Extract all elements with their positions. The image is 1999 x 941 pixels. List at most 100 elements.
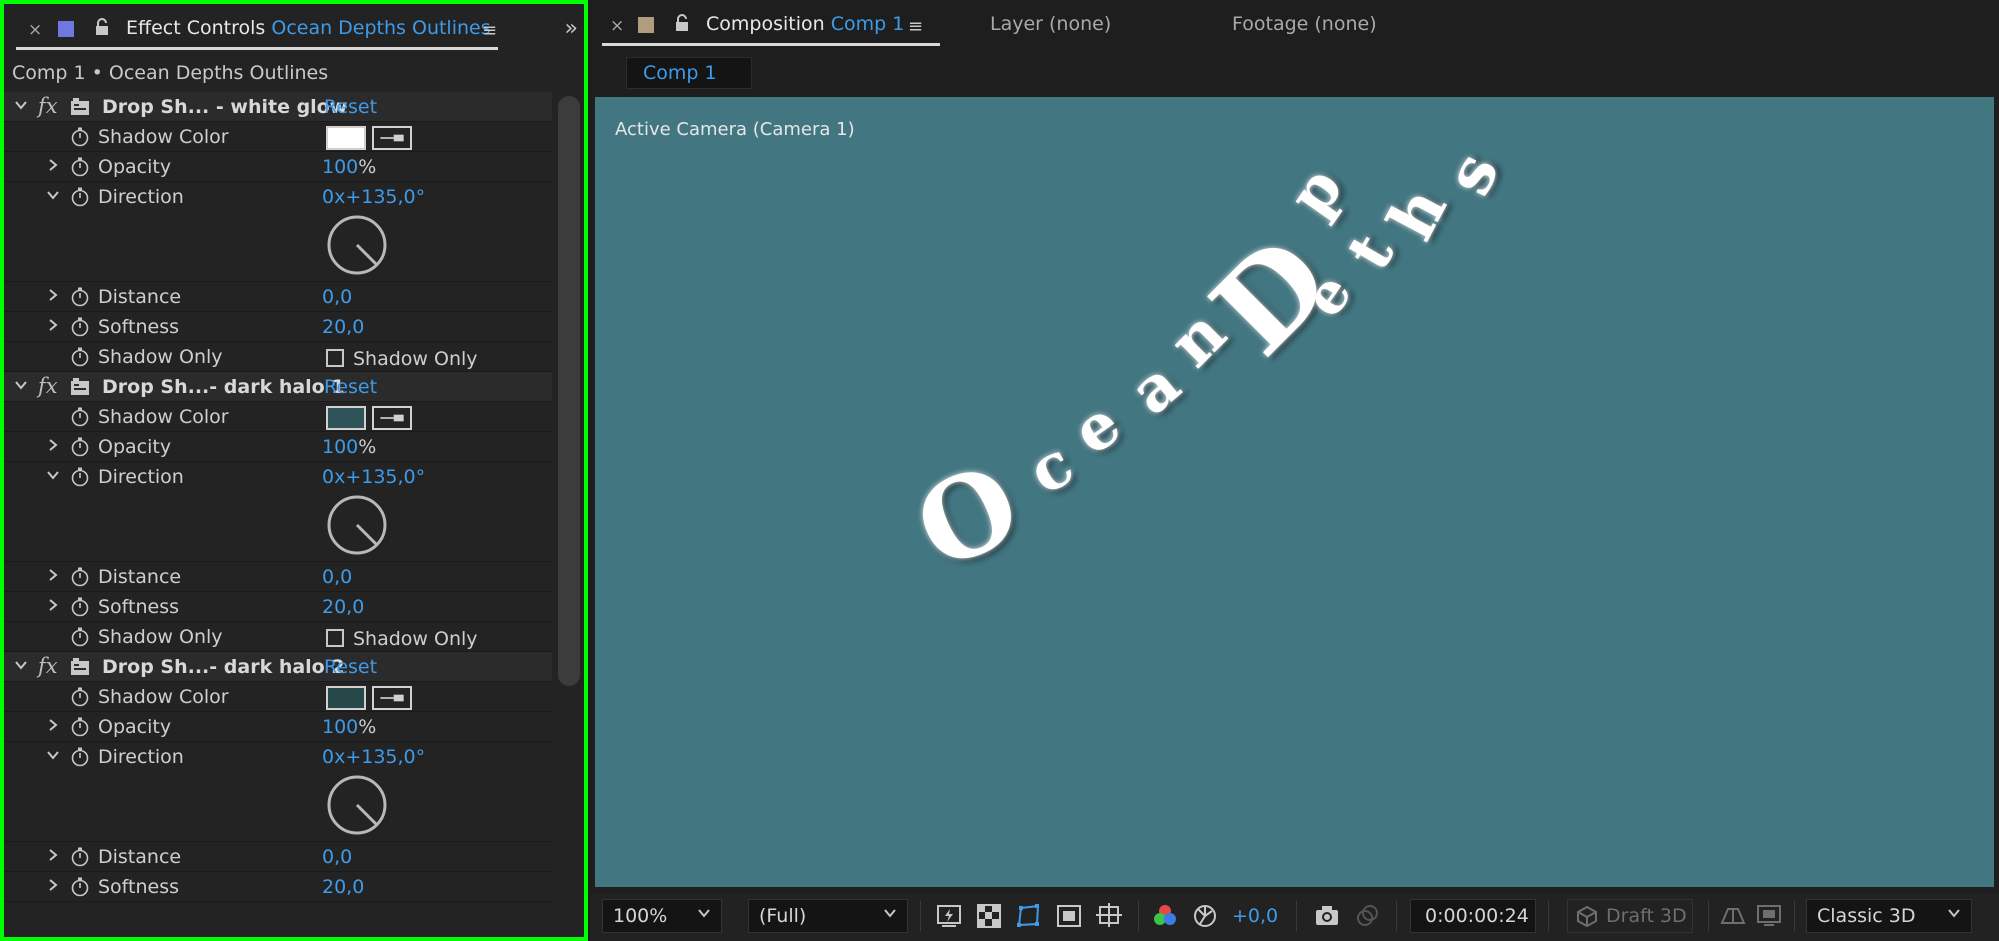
chevron-down-icon[interactable] [46, 748, 60, 762]
stopwatch-icon[interactable] [70, 847, 90, 867]
reset-button[interactable]: Reset [324, 656, 377, 678]
stopwatch-icon[interactable] [70, 347, 90, 367]
panel-expand-icon[interactable]: » [565, 16, 579, 41]
mask-visibility-icon[interactable] [1016, 903, 1042, 929]
color-swatch[interactable] [326, 406, 366, 430]
tab-layer[interactable]: Layer (none) [990, 13, 1111, 35]
distance-value[interactable]: 0,0 [322, 286, 352, 308]
distance-value[interactable]: 0,0 [322, 846, 352, 868]
stopwatch-icon[interactable] [70, 187, 90, 207]
3d-ground-plane-icon[interactable] [1720, 903, 1746, 929]
color-swatch[interactable] [326, 126, 366, 150]
composition-viewer[interactable]: Active Camera (Camera 1) O c e a n D e p… [595, 97, 1994, 887]
chevron-right-icon[interactable] [46, 598, 60, 612]
opacity-value[interactable]: 100% [322, 716, 376, 738]
chevron-right-icon[interactable] [46, 438, 60, 452]
eyedropper-icon[interactable] [372, 686, 412, 710]
close-tab-icon[interactable]: × [610, 16, 624, 36]
chevron-down-icon[interactable] [14, 658, 28, 672]
resolution-dropdown[interactable]: (Full) [748, 899, 908, 933]
distance-value[interactable]: 0,0 [322, 566, 352, 588]
lock-icon[interactable] [94, 18, 110, 36]
scrollbar-thumb[interactable] [558, 96, 580, 686]
chevron-down-icon[interactable] [46, 188, 60, 202]
angle-dial[interactable] [326, 774, 388, 836]
stopwatch-icon[interactable] [70, 437, 90, 457]
stopwatch-icon[interactable] [70, 567, 90, 587]
stopwatch-icon[interactable] [70, 597, 90, 617]
opacity-number[interactable]: 100 [322, 436, 358, 458]
opacity-value[interactable]: 100% [322, 436, 376, 458]
lock-icon[interactable] [674, 14, 690, 32]
camera-snapshot-icon[interactable] [1314, 903, 1340, 929]
checkbox-label[interactable]: Shadow Only [353, 348, 478, 370]
chevron-down-icon[interactable] [46, 468, 60, 482]
stopwatch-icon[interactable] [70, 747, 90, 767]
stopwatch-icon[interactable] [70, 467, 90, 487]
stopwatch-icon[interactable] [70, 287, 90, 307]
panel-menu-icon[interactable]: ≡ [908, 16, 923, 37]
stopwatch-icon[interactable] [70, 127, 90, 147]
reset-button[interactable]: Reset [324, 376, 377, 398]
color-swatch[interactable] [326, 686, 366, 710]
stopwatch-icon[interactable] [70, 407, 90, 427]
chevron-right-icon[interactable] [46, 878, 60, 892]
chevron-down-icon[interactable] [14, 378, 28, 392]
composition-tab-title[interactable]: Composition Comp 1 [706, 13, 904, 35]
renderer-dropdown[interactable]: Classic 3D [1806, 899, 1972, 933]
stopwatch-icon[interactable] [70, 627, 90, 647]
color-channels-icon[interactable] [1152, 903, 1178, 929]
reset-button[interactable]: Reset [324, 96, 377, 118]
chevron-right-icon[interactable] [46, 568, 60, 582]
chevron-right-icon[interactable] [46, 288, 60, 302]
chevron-right-icon[interactable] [46, 848, 60, 862]
tab-footage[interactable]: Footage (none) [1232, 13, 1377, 35]
eyedropper-icon[interactable] [372, 406, 412, 430]
shadow-only-checkbox[interactable] [326, 349, 344, 367]
reset-exposure-icon[interactable] [1192, 903, 1218, 929]
effect-header-dark-halo-1[interactable]: fx Drop Sh...- dark halo 1 Reset [4, 372, 552, 402]
transparency-grid-icon[interactable] [976, 903, 1002, 929]
extended-viewer-icon[interactable] [1756, 903, 1782, 929]
chevron-right-icon[interactable] [46, 718, 60, 732]
stopwatch-icon[interactable] [70, 317, 90, 337]
opacity-number[interactable]: 100 [322, 716, 358, 738]
softness-value[interactable]: 20,0 [322, 876, 364, 898]
angle-dial[interactable] [326, 214, 388, 276]
direction-value[interactable]: 0x+135,0° [322, 186, 425, 208]
eyedropper-icon[interactable] [372, 126, 412, 150]
zoom-dropdown[interactable]: 100% [602, 899, 722, 933]
grid-guides-icon[interactable] [1096, 903, 1122, 929]
close-tab-icon[interactable]: × [28, 20, 42, 40]
softness-value[interactable]: 20,0 [322, 316, 364, 338]
checkbox-label[interactable]: Shadow Only [353, 628, 478, 650]
draft-3d-toggle[interactable]: Draft 3D [1567, 899, 1693, 933]
opacity-number[interactable]: 100 [322, 156, 358, 178]
chevron-right-icon[interactable] [46, 318, 60, 332]
effect-header-white-glow[interactable]: fx Drop Sh... - white glow Reset [4, 92, 552, 122]
effect-controls-tab-title[interactable]: Effect Controls Ocean Depths Outlines [126, 17, 491, 39]
current-time-display[interactable]: 0:00:00:24 [1410, 899, 1536, 933]
effect-header-dark-halo-2[interactable]: fx Drop Sh...- dark halo 2 Reset [4, 652, 552, 682]
stopwatch-icon[interactable] [70, 717, 90, 737]
stopwatch-icon[interactable] [70, 687, 90, 707]
fx-toggle[interactable]: fx [38, 94, 58, 118]
angle-dial[interactable] [326, 494, 388, 556]
stopwatch-icon[interactable] [70, 877, 90, 897]
chevron-down-icon[interactable] [14, 98, 28, 112]
fx-toggle[interactable]: fx [38, 374, 58, 398]
comp-navigator-tab[interactable]: Comp 1 [626, 57, 752, 89]
chevron-right-icon[interactable] [46, 158, 60, 172]
fx-toggle[interactable]: fx [38, 654, 58, 678]
softness-value[interactable]: 20,0 [322, 596, 364, 618]
shadow-only-checkbox[interactable] [326, 629, 344, 647]
show-snapshot-icon[interactable] [1354, 903, 1380, 929]
opacity-value[interactable]: 100% [322, 156, 376, 178]
exposure-value[interactable]: +0,0 [1232, 905, 1278, 927]
fast-previews-icon[interactable] [936, 903, 962, 929]
direction-value[interactable]: 0x+135,0° [322, 466, 425, 488]
stopwatch-icon[interactable] [70, 157, 90, 177]
region-of-interest-icon[interactable] [1056, 903, 1082, 929]
direction-value[interactable]: 0x+135,0° [322, 746, 425, 768]
panel-menu-icon[interactable]: ≡ [482, 20, 497, 41]
